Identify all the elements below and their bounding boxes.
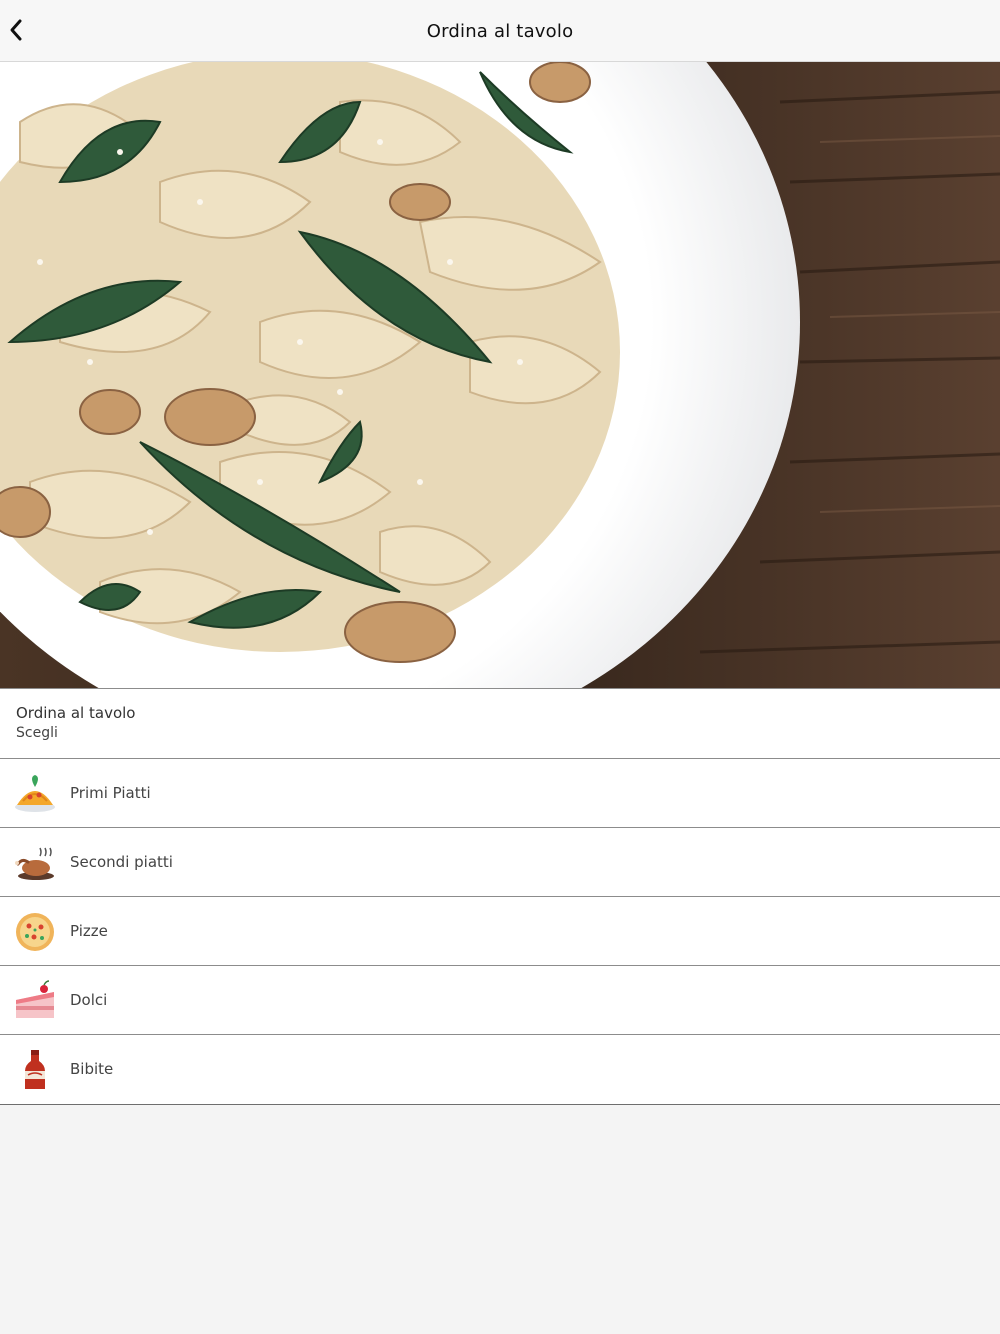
list-item-label: Pizze xyxy=(70,922,108,940)
list-item-label: Primi Piatti xyxy=(70,784,151,802)
roast-chicken-icon xyxy=(14,842,56,884)
list-item-dolci[interactable]: Dolci xyxy=(0,966,1000,1035)
page-title: Ordina al tavolo xyxy=(426,20,574,42)
list-item-pizze[interactable]: Pizze xyxy=(0,897,1000,966)
cake-slice-icon xyxy=(14,980,56,1022)
section-subtitle: Scegli xyxy=(16,725,58,741)
list-item-secondi-piatti[interactable]: Secondi piatti xyxy=(0,828,1000,897)
pizza-icon xyxy=(14,911,56,953)
section-title: Ordina al tavolo xyxy=(16,704,136,722)
list-item-bibite[interactable]: Bibite xyxy=(0,1035,1000,1105)
spaghetti-icon xyxy=(14,773,56,815)
section-header: Ordina al tavolo Scegli xyxy=(0,688,1000,759)
category-list: Primi Piatti Secondi piatti Pizze Dolci … xyxy=(0,759,1000,1105)
list-item-primi-piatti[interactable]: Primi Piatti xyxy=(0,759,1000,828)
list-item-label: Secondi piatti xyxy=(70,853,173,871)
list-item-label: Bibite xyxy=(70,1060,114,1078)
hero-image xyxy=(0,62,1000,688)
soda-bottle-icon xyxy=(14,1049,56,1091)
navigation-bar: Ordina al tavolo xyxy=(0,0,1000,62)
list-item-label: Dolci xyxy=(70,991,108,1009)
